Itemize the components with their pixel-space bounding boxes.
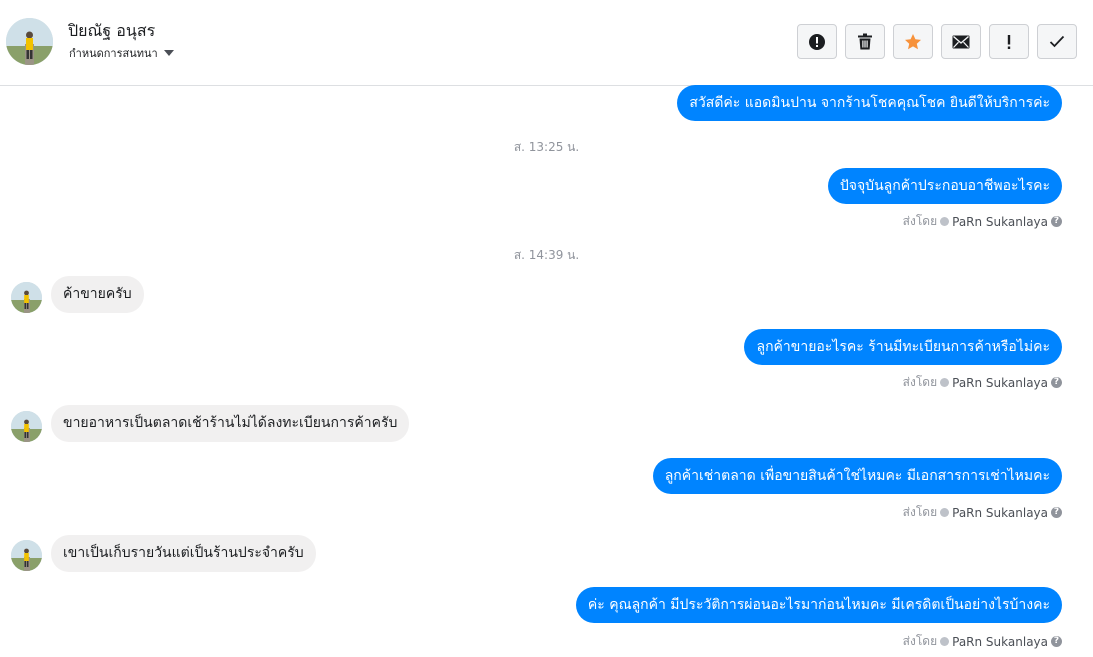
- star-button[interactable]: [893, 24, 933, 59]
- sender-name[interactable]: PaRn Sukanlaya: [952, 635, 1048, 649]
- help-icon[interactable]: ?: [1051, 636, 1062, 647]
- page-badge-icon: [940, 637, 950, 646]
- timestamp: ส. 14:39 น.: [513, 248, 580, 262]
- sent-by-line: ส่งโดย PaRn Sukanlaya ?: [903, 632, 1062, 651]
- check-icon: [1049, 35, 1065, 48]
- alert-circle-icon: [809, 33, 825, 50]
- message-bubble-outgoing[interactable]: ปัจจุบันลูกค้าประกอบอาชีพอะไรคะ: [827, 168, 1062, 204]
- contact-avatar-small[interactable]: [11, 282, 42, 313]
- sender-name[interactable]: PaRn Sukanlaya: [952, 215, 1048, 229]
- help-icon[interactable]: ?: [1051, 377, 1062, 388]
- message-text: สวัสดีค่ะ แอดมินปาน จากร้านโชคคุณโชค ยิน…: [689, 95, 1050, 111]
- sender-name[interactable]: PaRn Sukanlaya: [952, 506, 1048, 520]
- help-icon[interactable]: ?: [1051, 216, 1062, 227]
- page-badge-icon: [940, 508, 950, 517]
- page-badge-icon: [940, 217, 950, 226]
- report-button[interactable]: [797, 24, 837, 59]
- star-icon: [905, 33, 921, 49]
- message-text: ปัจจุบันลูกค้าประกอบอาชีพอะไรคะ: [839, 178, 1050, 194]
- message-bubble-incoming[interactable]: ขายอาหารเป็นตลาดเช้าร้านไม่ได้ลงทะเบียนก…: [51, 405, 410, 442]
- message-bubble-outgoing[interactable]: สวัสดีค่ะ แอดมินปาน จากร้านโชคคุณโชค ยิน…: [677, 85, 1062, 121]
- sent-by-line: ส่งโดย PaRn Sukanlaya ?: [903, 373, 1062, 392]
- help-icon[interactable]: ?: [1051, 507, 1062, 518]
- timestamp: ส. 13:25 น.: [513, 140, 580, 154]
- message-bubble-outgoing[interactable]: ลูกค้าขายอะไรคะ ร้านมีทะเบียนการค้าหรือไ…: [744, 329, 1062, 365]
- message-text: ลูกค้าเช่าตลาด เพื่อขายสินค้าใช่ไหมคะ มี…: [664, 468, 1050, 484]
- message-text: เขาเป็นเก็บรายวันแต่เป็นร้านประจำครับ: [63, 545, 304, 561]
- page-badge-icon: [940, 378, 950, 387]
- message-text: ลูกค้าขายอะไรคะ ร้านมีทะเบียนการค้าหรือไ…: [756, 339, 1050, 355]
- message-bubble-incoming[interactable]: ค้าขายครับ: [51, 276, 144, 313]
- conversation-status-label: กำหนดการสนทนา: [69, 47, 158, 60]
- caret-down-icon: [163, 50, 174, 56]
- sent-by-label: ส่งโดย: [902, 634, 938, 648]
- conversation-header: ปิยณัฐ อนุสร กำหนดการสนทนา: [0, 0, 1093, 86]
- contact-avatar-small[interactable]: [11, 540, 42, 571]
- envelope-icon: [952, 35, 970, 48]
- spam-button[interactable]: [989, 24, 1029, 59]
- mark-unread-button[interactable]: [941, 24, 981, 59]
- contact-avatar[interactable]: [6, 18, 53, 65]
- header-actions: [797, 24, 1077, 59]
- sent-by-label: ส่งโดย: [902, 214, 938, 228]
- message-bubble-incoming[interactable]: เขาเป็นเก็บรายวันแต่เป็นร้านประจำครับ: [51, 535, 316, 572]
- exclamation-icon: [1007, 34, 1011, 49]
- sent-by-line: ส่งโดย PaRn Sukanlaya ?: [903, 212, 1062, 231]
- sent-by-line: ส่งโดย PaRn Sukanlaya ?: [903, 503, 1062, 522]
- message-text: ค่ะ คุณลูกค้า มีประวัติการผ่อนอะไรมาก่อน…: [587, 597, 1050, 613]
- conversation-status-dropdown[interactable]: กำหนดการสนทนา: [69, 44, 174, 62]
- message-text: ค้าขายครับ: [63, 286, 132, 302]
- message-text: ขายอาหารเป็นตลาดเช้าร้านไม่ได้ลงทะเบียนก…: [63, 415, 398, 431]
- trash-icon: [858, 33, 872, 50]
- sender-name[interactable]: PaRn Sukanlaya: [952, 376, 1048, 390]
- delete-button[interactable]: [845, 24, 885, 59]
- mark-done-button[interactable]: [1037, 24, 1077, 59]
- sent-by-label: ส่งโดย: [902, 505, 938, 519]
- contact-avatar-small[interactable]: [11, 411, 42, 442]
- message-bubble-outgoing[interactable]: ลูกค้าเช่าตลาด เพื่อขายสินค้าใช่ไหมคะ มี…: [652, 458, 1062, 494]
- contact-name: ปิยณัฐ อนุสร: [68, 21, 156, 40]
- message-bubble-outgoing[interactable]: ค่ะ คุณลูกค้า มีประวัติการผ่อนอะไรมาก่อน…: [575, 587, 1062, 623]
- sent-by-label: ส่งโดย: [902, 375, 938, 389]
